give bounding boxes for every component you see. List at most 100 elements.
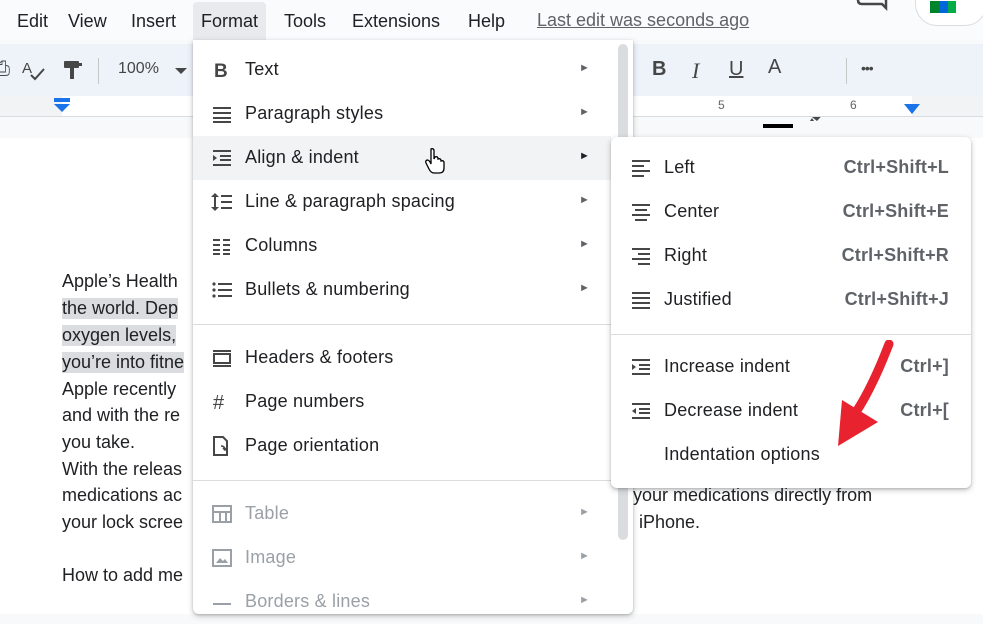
align-indent-icon — [213, 150, 231, 166]
paint-format-icon[interactable] — [62, 59, 84, 81]
submenu-arrow-icon: ► — [579, 62, 590, 74]
shortcut-label: Ctrl+[ — [900, 400, 949, 420]
format-item-headers-footers[interactable]: Headers & footers — [193, 336, 618, 380]
menu-format[interactable]: Format — [193, 2, 267, 41]
submenu-item-increase-indent[interactable]: Increase indent Ctrl+] — [611, 345, 971, 389]
text-color-swatch — [763, 124, 793, 128]
line-spacing-icon — [211, 193, 232, 211]
submenu-item-decrease-indent[interactable]: Decrease indent Ctrl+[ — [611, 389, 971, 433]
italic-button[interactable]: I — [692, 58, 699, 84]
align-center-icon — [632, 204, 650, 221]
shortcut-label: Ctrl+Shift+J — [844, 289, 949, 309]
menu-tools[interactable]: Tools — [276, 9, 334, 34]
bold-button[interactable]: B — [652, 58, 666, 81]
shortcut-label: Ctrl+Shift+R — [841, 245, 949, 265]
menu-bar: Edit View Insert Format Tools Extensions… — [0, 0, 983, 41]
submenu-item-justified[interactable]: Justified Ctrl+Shift+J — [611, 278, 971, 322]
increase-indent-icon — [632, 359, 650, 375]
decrease-indent-icon — [632, 403, 650, 419]
meet-icon — [930, 1, 956, 13]
doc-line[interactable]: Apple’s Health — [62, 271, 178, 292]
submenu-item-indentation-options[interactable]: Indentation options — [611, 433, 971, 477]
align-justify-icon — [632, 292, 650, 309]
format-item-image[interactable]: Image ► — [193, 536, 618, 580]
align-left-icon — [632, 160, 650, 177]
toolbar-divider — [98, 58, 99, 84]
submenu-arrow-icon: ► — [579, 282, 590, 294]
doc-line[interactable]: you’re into fitne — [62, 352, 185, 373]
doc-line[interactable]: oxygen levels, — [62, 325, 177, 346]
format-item-borders-lines[interactable]: Borders & lines ► — [193, 580, 618, 624]
submenu-arrow-icon: ► — [579, 594, 590, 606]
image-icon — [212, 549, 232, 567]
more-options-icon[interactable]: ••• — [861, 60, 874, 76]
format-item-line-spacing[interactable]: Line & paragraph spacing ► — [193, 180, 618, 224]
comment-icon[interactable] — [855, 0, 889, 21]
submenu-arrow-icon: ► — [579, 550, 590, 562]
meet-button[interactable] — [915, 0, 983, 26]
format-item-table[interactable]: Table ► — [193, 492, 618, 536]
doc-line[interactable]: and with the re — [62, 405, 180, 426]
format-item-columns[interactable]: Columns ► — [193, 224, 618, 268]
underline-button[interactable]: U — [729, 58, 743, 81]
align-right-icon — [632, 248, 650, 265]
submenu-item-center[interactable]: Center Ctrl+Shift+E — [611, 190, 971, 234]
shortcut-label: Ctrl+Shift+E — [842, 201, 949, 221]
doc-line[interactable]: medications ac — [62, 485, 182, 506]
format-item-align-indent[interactable]: Align & indent ► — [193, 136, 611, 180]
submenu-arrow-icon: ► — [579, 150, 590, 162]
submenu-arrow-icon: ► — [579, 238, 590, 250]
menu-separator — [193, 324, 633, 325]
format-item-text[interactable]: B Text ► — [193, 48, 618, 92]
table-icon — [212, 505, 232, 523]
submenu-item-left[interactable]: Left Ctrl+Shift+L — [611, 146, 971, 190]
text-color-button[interactable]: A — [768, 56, 781, 79]
format-item-paragraph-styles[interactable]: Paragraph styles ► — [193, 92, 618, 136]
left-indent-marker-icon[interactable] — [53, 98, 71, 116]
menu-extensions[interactable]: Extensions — [344, 9, 448, 34]
columns-icon — [213, 239, 230, 255]
right-indent-marker-icon[interactable] — [903, 104, 921, 116]
menu-separator — [193, 480, 633, 481]
menu-insert[interactable]: Insert — [123, 9, 184, 34]
borders-lines-icon — [213, 603, 231, 605]
menu-view[interactable]: View — [60, 9, 115, 34]
doc-line[interactable]: How to add me — [62, 565, 183, 586]
menu-edit[interactable]: Edit — [9, 9, 56, 34]
format-item-page-numbers[interactable]: # Page numbers — [193, 380, 618, 424]
paragraph-styles-icon — [213, 107, 231, 123]
svg-text:B: B — [214, 61, 228, 80]
format-item-bullets[interactable]: Bullets & numbering ► — [193, 268, 618, 312]
submenu-item-right[interactable]: Right Ctrl+Shift+R — [611, 234, 971, 278]
shortcut-label: Ctrl+Shift+L — [843, 157, 949, 177]
annotation-arrow-icon — [838, 340, 894, 446]
last-edit-link[interactable]: Last edit was seconds ago — [537, 10, 749, 31]
doc-line[interactable]: you take. — [62, 432, 135, 453]
submenu-arrow-icon: ► — [579, 106, 590, 118]
doc-line-right[interactable]: your medications directly from — [633, 485, 872, 506]
svg-text:#: # — [213, 392, 225, 412]
submenu-arrow-icon: ► — [579, 194, 590, 206]
doc-line[interactable]: With the releas — [62, 459, 182, 480]
doc-line-right[interactable]: iPhone. — [639, 512, 700, 533]
ruler-mark-6: 6 — [850, 98, 857, 112]
headers-footers-icon — [213, 350, 231, 367]
shortcut-label: Ctrl+] — [900, 356, 949, 376]
menu-help[interactable]: Help — [460, 9, 513, 34]
svg-text:A: A — [22, 60, 32, 77]
doc-line[interactable]: Apple recently — [62, 379, 176, 400]
toolbar-divider — [846, 58, 847, 84]
page-orientation-icon — [213, 436, 228, 456]
submenu-arrow-icon: ► — [579, 506, 590, 518]
doc-line[interactable]: your lock scree — [62, 512, 183, 533]
bullets-icon — [212, 282, 232, 298]
menu-separator — [611, 334, 971, 335]
format-item-page-orientation[interactable]: Page orientation — [193, 424, 618, 468]
zoom-chevron-down-icon[interactable] — [175, 68, 187, 76]
zoom-select[interactable]: 100% — [118, 60, 159, 78]
doc-line[interactable]: the world. Dep — [62, 298, 179, 319]
hand-cursor-icon — [425, 148, 445, 174]
format-menu: B Text ► Paragraph styles ► Align & inde… — [193, 40, 633, 614]
print-icon[interactable]: ⎙ — [0, 58, 10, 81]
spellcheck-icon[interactable]: A — [22, 59, 46, 81]
